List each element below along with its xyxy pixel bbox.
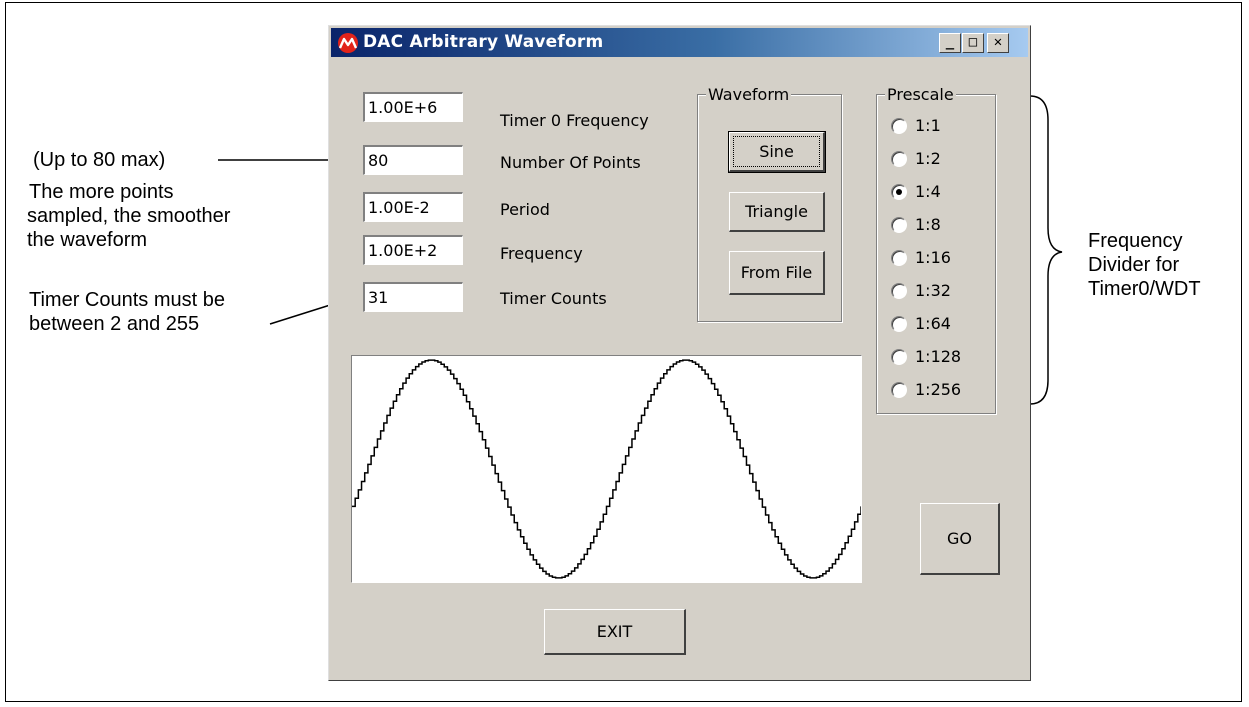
annotation-divider-line1: Frequency bbox=[1088, 230, 1183, 252]
annotation-smooth-line3: the waveform bbox=[27, 229, 148, 251]
sine-waveform-trace bbox=[352, 359, 861, 579]
number-of-points-label: Number Of Points bbox=[500, 153, 641, 172]
focus-rect bbox=[733, 136, 820, 167]
from-file-button[interactable]: From File bbox=[729, 251, 825, 295]
radio-button-icon[interactable] bbox=[891, 250, 907, 266]
prescale-groupbox: Prescale 1:1 1:2 1:4 1:8 1:16 1:32 1:64 1:128 1:… bbox=[876, 85, 996, 414]
sine-button[interactable]: Sine bbox=[728, 131, 826, 173]
period-field[interactable]: 1.00E-2 bbox=[363, 192, 463, 222]
waveform-plot-svg bbox=[352, 359, 861, 579]
radio-button-icon[interactable] bbox=[891, 118, 907, 134]
frequency-field[interactable]: 1.00E+2 bbox=[363, 235, 463, 265]
go-button[interactable]: GO bbox=[920, 503, 1000, 575]
radio-button-icon[interactable] bbox=[891, 349, 907, 365]
microchip-logo-icon bbox=[338, 33, 358, 53]
annotation-counts-line1: Timer Counts must be bbox=[29, 289, 225, 311]
prescale-option-label: 1:1 bbox=[915, 116, 941, 135]
radio-button-icon[interactable] bbox=[891, 151, 907, 167]
prescale-group-title: Prescale bbox=[885, 85, 956, 104]
timer0-frequency-field[interactable]: 1.00E+6 bbox=[363, 92, 463, 122]
annotation-divider-line2: Divider for bbox=[1088, 254, 1180, 276]
title-bar[interactable]: DAC Arbitrary Waveform _ □ ✕ bbox=[331, 28, 1028, 57]
radio-button-icon[interactable] bbox=[891, 283, 907, 299]
prescale-option-label: 1:16 bbox=[915, 248, 951, 267]
annotation-smooth-line2: sampled, the smoother bbox=[27, 205, 231, 227]
prescale-option-label: 1:4 bbox=[915, 182, 941, 201]
timer0-frequency-label: Timer 0 Frequency bbox=[500, 111, 649, 130]
prescale-option-label: 1:2 bbox=[915, 149, 941, 168]
radio-button-icon[interactable] bbox=[891, 217, 907, 233]
annotation-divider-line3: Timer0/WDT bbox=[1088, 278, 1201, 300]
timer-counts-field[interactable]: 31 bbox=[363, 282, 463, 312]
close-button[interactable]: ✕ bbox=[987, 33, 1009, 53]
triangle-button[interactable]: Triangle bbox=[729, 192, 825, 232]
number-of-points-field[interactable]: 80 bbox=[363, 145, 463, 175]
radio-button-icon[interactable] bbox=[891, 316, 907, 332]
period-label: Period bbox=[500, 200, 550, 219]
prescale-option-label: 1:8 bbox=[915, 215, 941, 234]
frequency-label: Frequency bbox=[500, 244, 583, 263]
dac-waveform-window: DAC Arbitrary Waveform _ □ ✕ 1.00E+6 Tim… bbox=[328, 25, 1031, 681]
waveform-group-title: Waveform bbox=[706, 85, 792, 104]
timer-counts-label: Timer Counts bbox=[500, 289, 607, 308]
prescale-option-label: 1:64 bbox=[915, 314, 951, 333]
prescale-option-label: 1:32 bbox=[915, 281, 951, 300]
exit-button[interactable]: EXIT bbox=[544, 609, 686, 655]
waveform-plot bbox=[351, 355, 862, 583]
prescale-option-label: 1:256 bbox=[915, 380, 962, 399]
annotation-counts-line2: between 2 and 255 bbox=[29, 313, 200, 335]
annotation-max-points: (Up to 80 max) bbox=[33, 149, 166, 171]
prescale-option-label: 1:128 bbox=[915, 347, 962, 366]
radio-button-icon[interactable] bbox=[891, 382, 907, 398]
waveform-groupbox: Waveform Sine Triangle From File bbox=[697, 85, 842, 322]
radio-button-icon[interactable] bbox=[891, 184, 907, 200]
minimize-button[interactable]: _ bbox=[939, 33, 961, 53]
maximize-button[interactable]: □ bbox=[962, 33, 984, 53]
window-title: DAC Arbitrary Waveform bbox=[363, 32, 604, 52]
annotation-smooth-line1: The more points bbox=[29, 181, 174, 203]
